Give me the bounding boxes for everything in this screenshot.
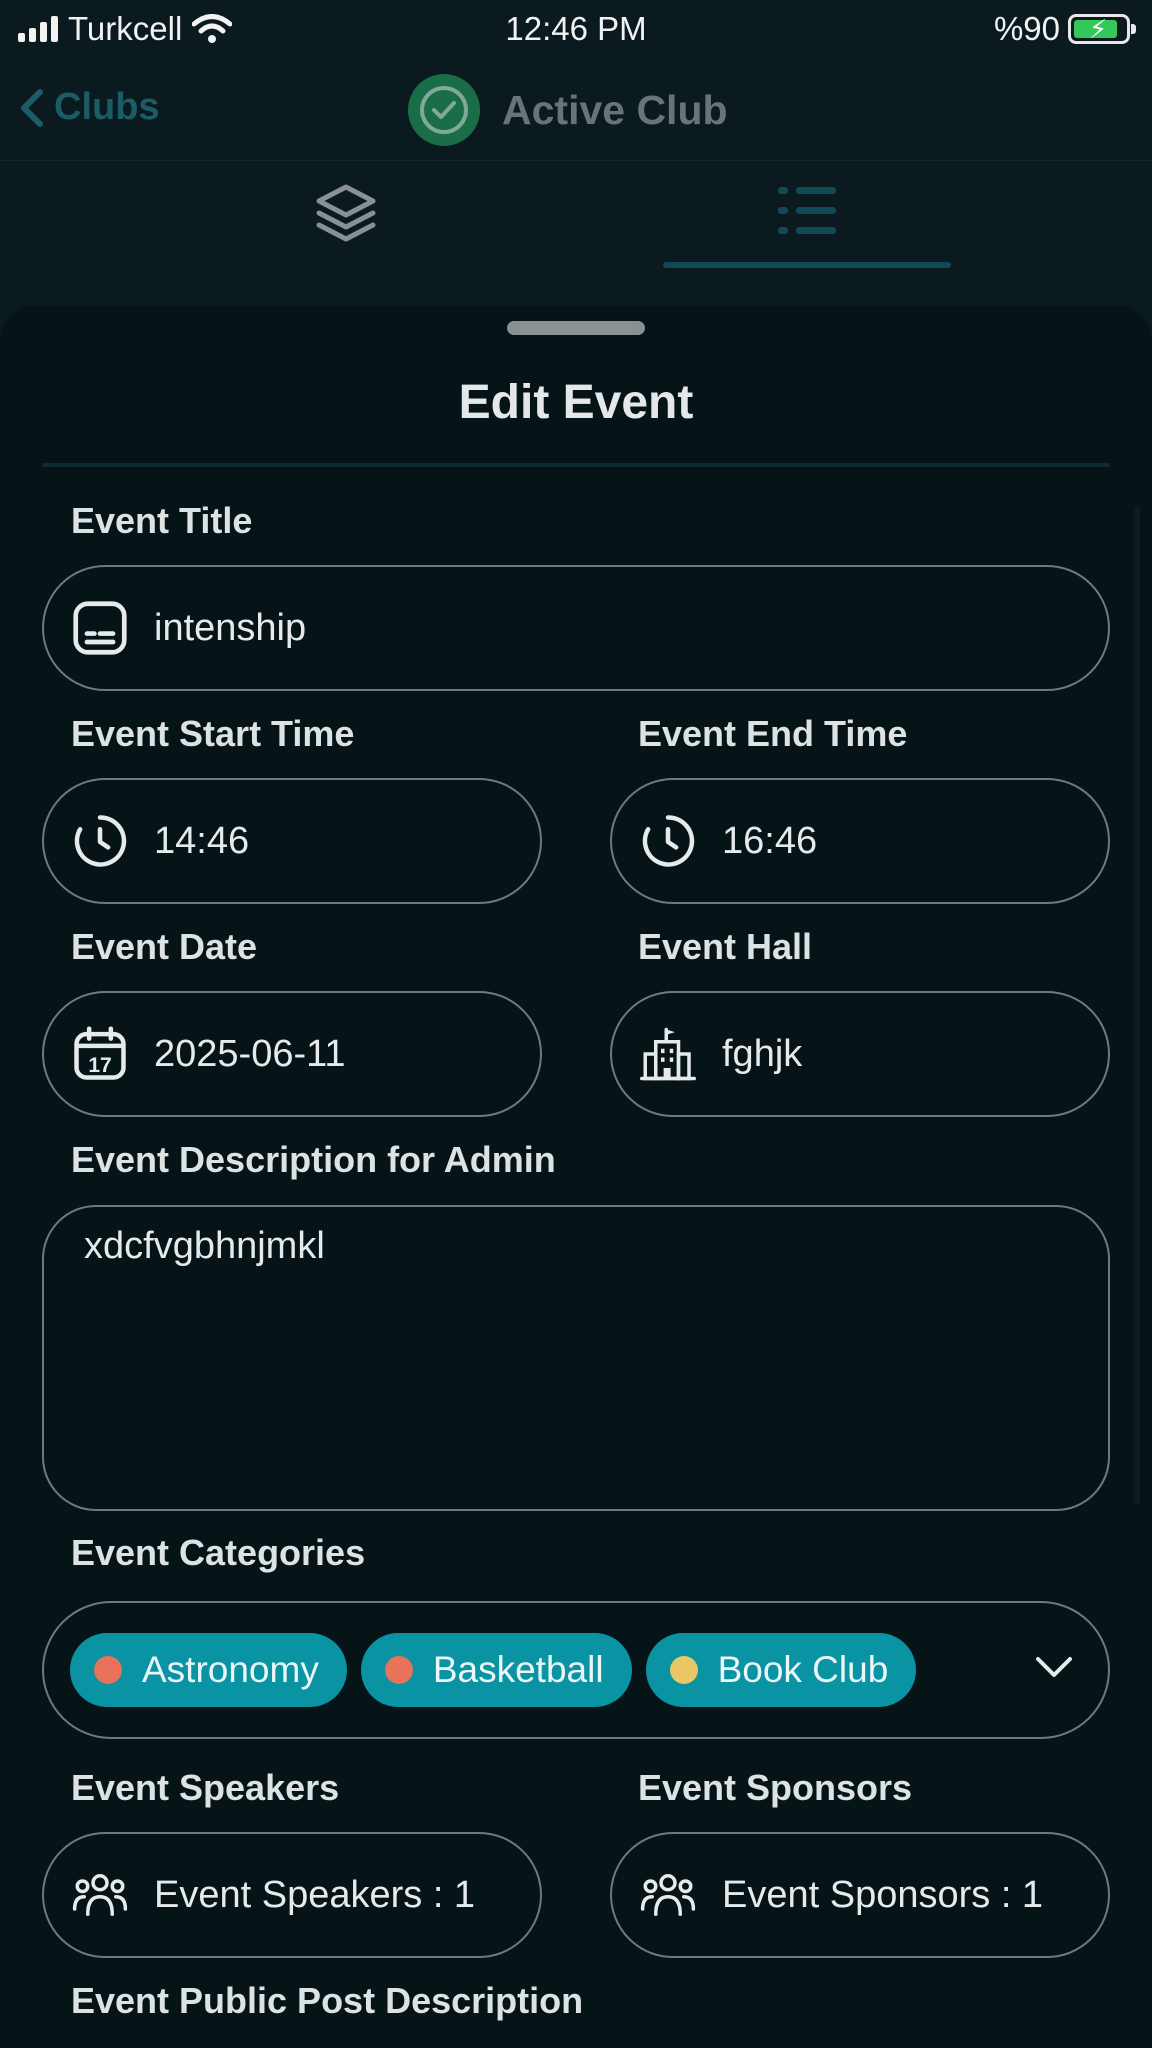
calendar-day-number: 17 [88, 1054, 112, 1077]
start-time-input[interactable]: 14:46 [42, 778, 542, 904]
speakers-button[interactable]: Event Speakers : 1 [42, 1832, 542, 1958]
calendar-icon: 17 [72, 1026, 128, 1082]
event-hall-label: Event Hall [638, 926, 813, 967]
divider [42, 463, 1110, 467]
event-hall-value: fghjk [722, 1032, 803, 1075]
category-chip[interactable]: Book Club [645, 1633, 917, 1707]
event-title-value: intenship [154, 606, 307, 649]
start-time-value: 14:46 [154, 819, 250, 862]
event-date-label: Event Date [71, 926, 258, 967]
categories-label: Event Categories [71, 1532, 366, 1573]
event-title-input[interactable]: intenship [42, 565, 1110, 691]
navigation-bar: Clubs Active Club [0, 68, 1152, 154]
list-icon [778, 187, 836, 234]
group-icon [72, 1867, 128, 1923]
chevron-down-icon[interactable] [1034, 1647, 1074, 1687]
categories-select[interactable]: Astronomy Basketball Book Club [42, 1601, 1110, 1739]
tab-selected-indicator [663, 262, 951, 268]
clock-icon [640, 813, 696, 869]
end-time-input[interactable]: 16:46 [610, 778, 1110, 904]
tab-overview[interactable] [202, 181, 490, 271]
start-time-label: Event Start Time [71, 713, 355, 754]
event-title-label: Event Title [71, 500, 253, 541]
category-color-dot [669, 1656, 698, 1684]
group-icon [640, 1867, 696, 1923]
layers-icon [316, 184, 376, 242]
battery-percent: %90 [993, 10, 1060, 47]
sponsors-value: Event Sponsors : 1 [722, 1873, 1044, 1916]
sponsors-label: Event Sponsors [638, 1767, 913, 1808]
admin-description-textarea[interactable]: xdcfvgbhnjmkl [42, 1205, 1110, 1511]
active-check-icon [408, 74, 480, 146]
sponsors-button[interactable]: Event Sponsors : 1 [610, 1832, 1110, 1958]
category-color-dot [94, 1656, 122, 1684]
category-chip-label: Basketball [432, 1649, 604, 1690]
scrollbar[interactable] [1134, 505, 1140, 1505]
speakers-value: Event Speakers : 1 [154, 1873, 476, 1916]
battery-icon: ⚡ [1068, 14, 1136, 44]
speakers-label: Event Speakers [71, 1767, 340, 1808]
back-label: Clubs [54, 86, 160, 128]
tab-bar [0, 160, 1152, 280]
category-chip-label: Book Club [717, 1649, 889, 1690]
end-time-label: Event End Time [638, 713, 908, 754]
event-date-value: 2025-06-11 [154, 1032, 346, 1075]
nav-title: Active Club [502, 86, 728, 133]
status-right: %90 ⚡ [993, 10, 1136, 48]
category-chip[interactable]: Basketball [360, 1633, 632, 1707]
nav-title-group: Active Club [408, 74, 728, 146]
clock-icon [72, 813, 128, 869]
event-hall-input[interactable]: fghjk [610, 991, 1110, 1117]
category-chip-label: Astronomy [142, 1649, 319, 1690]
tab-list[interactable] [663, 181, 951, 271]
sheet-grabber[interactable] [507, 321, 645, 335]
back-button[interactable]: Clubs [18, 86, 160, 129]
sheet-title: Edit Event [458, 376, 694, 429]
admin-description-label: Event Description for Admin [71, 1139, 556, 1180]
category-color-dot [384, 1656, 413, 1684]
edit-event-sheet: Edit Event Event Title intenship Event S… [0, 305, 1152, 2048]
public-description-label: Event Public Post Description [71, 1980, 584, 2021]
status-bar: Turkcell 12:46 PM %90 ⚡ [0, 0, 1152, 60]
subtitles-icon [72, 600, 128, 656]
end-time-value: 16:46 [722, 819, 818, 862]
status-time: 12:46 PM [505, 10, 647, 47]
event-date-input[interactable]: 17 2025-06-11 [42, 991, 542, 1117]
building-icon [640, 1026, 696, 1082]
admin-description-value: xdcfvgbhnjmkl [84, 1225, 325, 1267]
chevron-left-icon [21, 88, 43, 127]
category-chip[interactable]: Astronomy [70, 1633, 347, 1707]
